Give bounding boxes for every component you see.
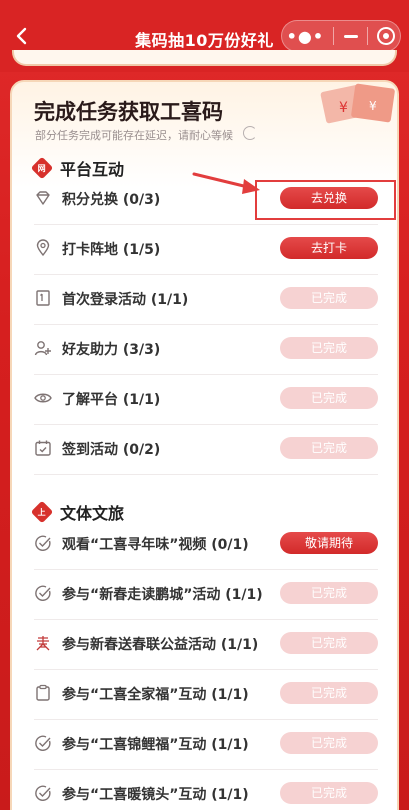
- task-label: 参与“工喜锦鲤福”互动 (1/1): [62, 737, 249, 753]
- completed-button: 已完成: [280, 632, 378, 654]
- coming-soon-button[interactable]: 敬请期待: [280, 532, 378, 554]
- card-title: 完成任务获取工喜码: [34, 100, 223, 124]
- svg-text:¥: ¥: [369, 99, 377, 113]
- task-label: 参与“新春走读鹏城”活动 (1/1): [62, 587, 263, 603]
- task-row: 参与“工喜暖镜头”互动 (1/1) 已完成: [34, 770, 378, 810]
- task-row: 打卡阵地 (1/5) 去打卡: [34, 225, 378, 275]
- check-circle-icon: [35, 535, 51, 551]
- task-label: 参与“工喜暖镜头”互动 (1/1): [62, 787, 249, 803]
- task-label: 了解平台 (1/1): [62, 392, 161, 408]
- location-pin-icon: [36, 239, 50, 257]
- capsule-divider: [367, 27, 369, 45]
- minimize-icon[interactable]: [343, 34, 358, 38]
- more-icon[interactable]: •●•: [287, 27, 324, 46]
- task-row: 观看“工喜寻年味”视频 (0/1) 敬请期待: [34, 520, 378, 570]
- task-label: 参与“工喜全家福”互动 (1/1): [62, 687, 249, 703]
- task-row: 签到活动 (0/2) 已完成: [34, 425, 378, 475]
- add-friend-icon: [34, 341, 51, 356]
- check-circle-icon: [35, 735, 51, 751]
- completed-button: 已完成: [280, 437, 378, 459]
- previous-card-edge: [12, 50, 397, 66]
- task-label: 打卡阵地 (1/5): [62, 242, 161, 258]
- check-in-button[interactable]: 去打卡: [280, 237, 378, 259]
- task-label: 积分兑换 (0/3): [62, 192, 161, 208]
- task-label: 参与新春送春联公益活动 (1/1): [62, 637, 259, 653]
- card-subtitle: 部分任务完成可能存在延迟，请耐心等候: [35, 129, 233, 142]
- task-row: 首次登录活动 (1/1) 已完成: [34, 275, 378, 325]
- diamond-icon: [36, 191, 50, 205]
- check-circle-icon: [35, 785, 51, 801]
- refresh-icon[interactable]: [243, 126, 257, 140]
- task-row: 参与新春送春联公益活动 (1/1) 已完成: [34, 620, 378, 670]
- spring-character-icon: [36, 636, 50, 651]
- eye-icon: [34, 393, 52, 403]
- completed-button: 已完成: [280, 682, 378, 704]
- task-row: 了解平台 (1/1) 已完成: [34, 375, 378, 425]
- svg-text:¥: ¥: [339, 100, 348, 116]
- bookmark-icon: [36, 290, 50, 306]
- check-circle-icon: [35, 585, 51, 601]
- completed-button: 已完成: [280, 782, 378, 804]
- completed-button: 已完成: [280, 732, 378, 754]
- annotation-highlight-box: [255, 180, 396, 220]
- task-row: 好友助力 (3/3) 已完成: [34, 325, 378, 375]
- task-label: 签到活动 (0/2): [62, 442, 161, 458]
- red-envelope-decoration-icon: ¥ ¥: [320, 83, 395, 124]
- task-label: 观看“工喜寻年味”视频 (0/1): [62, 537, 249, 553]
- completed-button: 已完成: [280, 387, 378, 409]
- completed-button: 已完成: [280, 287, 378, 309]
- task-row: 参与“新春走读鹏城”活动 (1/1) 已完成: [34, 570, 378, 620]
- task-row: 参与“工喜锦鲤福”互动 (1/1) 已完成: [34, 720, 378, 770]
- completed-button: 已完成: [280, 337, 378, 359]
- capsule-divider: [333, 27, 335, 45]
- miniprogram-capsule: •●•: [281, 20, 401, 52]
- clipboard-icon: [36, 684, 50, 701]
- task-label: 首次登录活动 (1/1): [62, 292, 189, 308]
- close-miniprogram-icon[interactable]: [377, 27, 396, 45]
- completed-button: 已完成: [280, 582, 378, 604]
- calendar-check-icon: [35, 440, 51, 456]
- task-row: 参与“工喜全家福”互动 (1/1) 已完成: [34, 670, 378, 720]
- task-label: 好友助力 (3/3): [62, 342, 161, 358]
